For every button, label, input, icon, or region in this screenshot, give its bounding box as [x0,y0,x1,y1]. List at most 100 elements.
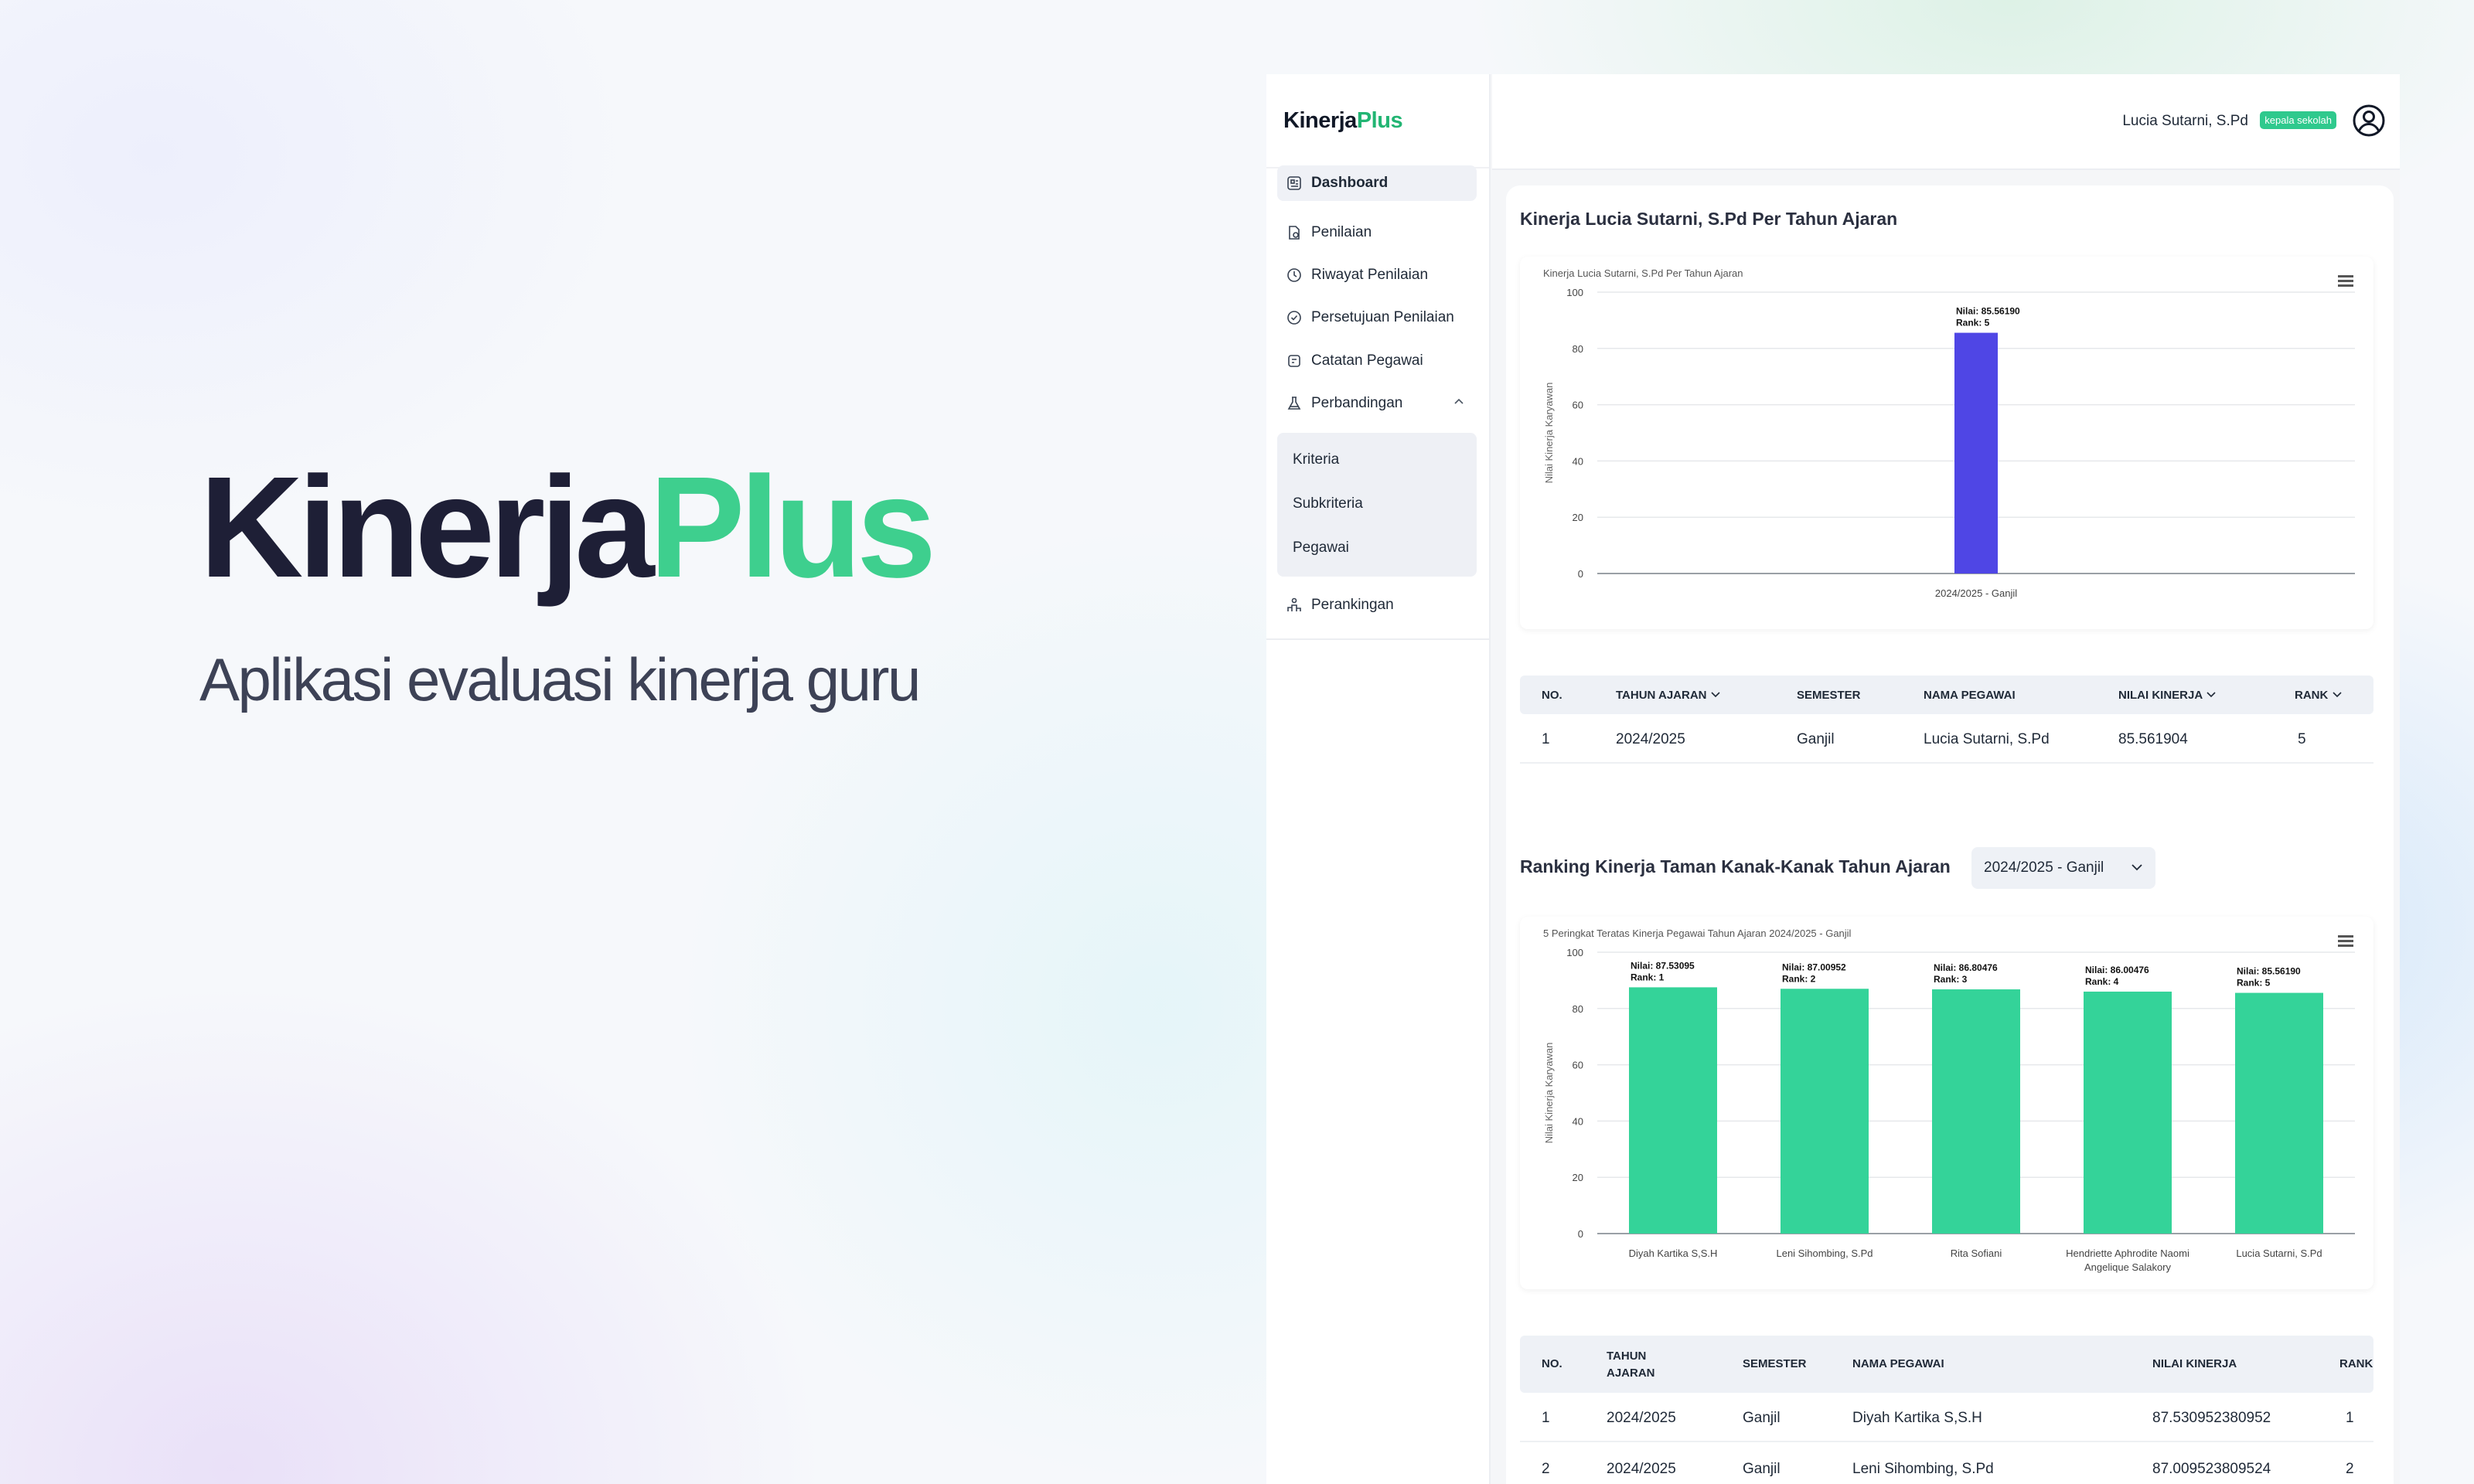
flask-icon [1287,397,1301,410]
y-axis-label: Nilai Kinerja Karyawan [1543,383,1555,484]
cell-tahun: 2024/2025 [1616,731,1685,747]
divider [1266,638,1491,640]
data-label: Rank: 5 [1956,318,1990,328]
hero-brand-part1: Kinerja [199,448,655,608]
th-rank-label: RANK [2295,689,2329,702]
th-semester: SEMESTER [1797,689,1861,702]
main-card: Kinerja Lucia Sutarni, S.Pd Per Tahun Aj… [1506,186,2394,1484]
sidebar-item-catatan-pegawai[interactable]: Catatan Pegawai [1277,343,1477,379]
cell-rank: 5 [2298,731,2306,747]
cell-nilai: 87.530952380952 [2152,1410,2271,1426]
section2-title: Ranking Kinerja Taman Kanak-Kanak Tahun … [1520,856,1951,876]
sidebar-item-label: Riwayat Penilaian [1311,267,1429,283]
th-nilai-kinerja[interactable]: NILAI KINERJA [2118,689,2217,702]
cell-nama: Leni Sihombing, S.Pd [1852,1461,1994,1477]
cell-nama: Lucia Sutarni, S.Pd [1924,731,2050,747]
subnav-item-subkriteria[interactable]: Subkriteria [1293,495,1363,512]
y-tick-label: 100 [1566,947,1583,958]
y-tick-label: 100 [1566,287,1583,298]
cell-tahun: 2024/2025 [1607,1461,1676,1477]
tahun-ajaran-select[interactable]: 2024/2025 - Ganjil [1971,847,2155,889]
data-label: Nilai: 85.56190 [2237,966,2301,977]
data-label: Rank: 5 [2237,978,2271,989]
sidebar-item-perbandingan[interactable]: Perbandingan [1277,386,1477,421]
ranking-icon [1287,597,1301,611]
chart-menu-icon[interactable] [2338,935,2353,948]
chart-menu-icon[interactable] [2338,275,2353,288]
chevron-down-icon[interactable] [2206,691,2217,699]
chart1-svg: Kinerja Lucia Sutarni, S.Pd Per Tahun Aj… [1543,267,2355,599]
chevron-down-icon [2132,864,2142,871]
hero-brand-part2: Plus [649,448,937,608]
sidebar-item-riwayat-penilaian[interactable]: Riwayat Penilaian [1277,257,1477,293]
th-no: NO. [1542,689,1562,702]
bar [1629,987,1717,1234]
cell-semester: Ganjil [1743,1410,1781,1426]
y-tick-label: 80 [1573,1003,1583,1015]
th-tahun-ajaran: TAHUN AJARAN [1607,1350,1655,1380]
divider [1520,762,2373,764]
y-tick-label: 40 [1573,1115,1583,1127]
x-tick-label: Lucia Sutarni, S.Pd [2236,1247,2322,1259]
hero-subtitle: Aplikasi evaluasi kinerja guru [199,645,921,713]
cell-rank: 2 [2346,1461,2354,1477]
chevron-down-icon[interactable] [1710,691,1721,699]
sidebar-item-persetujuan-penilaian[interactable]: Persetujuan Penilaian [1277,300,1477,335]
bar [2084,991,2172,1234]
top-bar: Lucia Sutarni, S.Pd kepala sekolah [1492,74,2400,170]
th-semester: SEMESTER [1743,1357,1807,1370]
chevron-down-icon[interactable] [2332,691,2343,699]
cell-rank: 1 [2346,1410,2354,1426]
section1-title: Kinerja Lucia Sutarni, S.Pd Per Tahun Aj… [1520,209,1898,229]
data-label: Nilai: 87.00952 [1782,962,1846,972]
divider [1520,1441,2373,1442]
bar [1932,989,2020,1234]
app-logo-part1: Kinerja [1283,108,1357,133]
sidebar-item-dashboard[interactable]: Dashboard [1277,165,1477,201]
document-chart-icon [1289,226,1300,240]
sidebar-item-penilaian[interactable]: Penilaian [1277,215,1477,250]
subnav-item-pegawai[interactable]: Pegawai [1293,539,1349,556]
sidebar-item-label: Catatan Pegawai [1311,352,1423,369]
subnav-item-kriteria[interactable]: Kriteria [1293,451,1339,468]
th-tahun-ajaran[interactable]: TAHUN AJARAN [1616,689,1721,702]
x-tick-label: Angelique Salakory [2084,1261,2172,1273]
table2-header: NO. TAHUN AJARAN SEMESTER NAMA PEGAWAI N… [1520,1336,2373,1393]
user-circle-icon[interactable] [2352,104,2386,138]
sidebar-item-label: Penilaian [1311,224,1372,240]
x-tick-label: Diyah Kartika S,S.H [1629,1247,1718,1259]
y-tick-label: 20 [1573,512,1583,523]
th-nilai-kinerja-label: NILAI KINERJA [2118,689,2203,702]
y-tick-label: 80 [1573,343,1583,355]
th-rank: RANK [2339,1357,2373,1370]
table1-header: NO. TAHUN AJARAN SEMESTER NAMA PEGAWAI N… [1520,676,2373,714]
app-logo-part2: Plus [1356,108,1403,133]
app-logo[interactable]: KinerjaPlus [1266,74,1489,168]
cell-nilai: 87.009523809524 [2152,1461,2271,1477]
check-circle-icon [1287,311,1301,325]
th-nama-pegawai: NAMA PEGAWAI [1924,689,2016,702]
th-rank[interactable]: RANK [2295,689,2343,702]
select-value: 2024/2025 - Ganjil [1984,859,2104,876]
cell-tahun: 2024/2025 [1607,1410,1676,1426]
data-label: Nilai: 85.56190 [1956,306,2020,317]
y-tick-label: 60 [1573,400,1583,411]
cell-no: 2 [1542,1461,1550,1477]
data-label: Rank: 4 [2085,976,2119,987]
chevron-up-icon[interactable] [1452,395,1466,409]
chart2-svg: 5 Peringkat Teratas Kinerja Pegawai Tahu… [1543,928,2355,1273]
cell-nilai: 85.561904 [2118,731,2188,747]
bar [2235,992,2323,1234]
chart-top5-ranking: 5 Peringkat Teratas Kinerja Pegawai Tahu… [1520,917,2373,1289]
th-no: NO. [1542,1357,1562,1370]
cell-no: 1 [1542,1410,1550,1426]
y-tick-label: 20 [1573,1172,1583,1183]
cell-no: 1 [1542,731,1550,747]
sidebar-item-perankingan[interactable]: Perankingan [1277,587,1477,623]
hero-brand: KinerjaPlus [199,456,936,600]
data-label: Rank: 3 [1934,974,1968,985]
chart-title: Kinerja Lucia Sutarni, S.Pd Per Tahun Aj… [1543,267,1743,279]
data-label: Nilai: 86.80476 [1934,962,1998,973]
sidebar-item-label: Perankingan [1311,597,1394,613]
y-tick-label: 0 [1578,568,1583,580]
